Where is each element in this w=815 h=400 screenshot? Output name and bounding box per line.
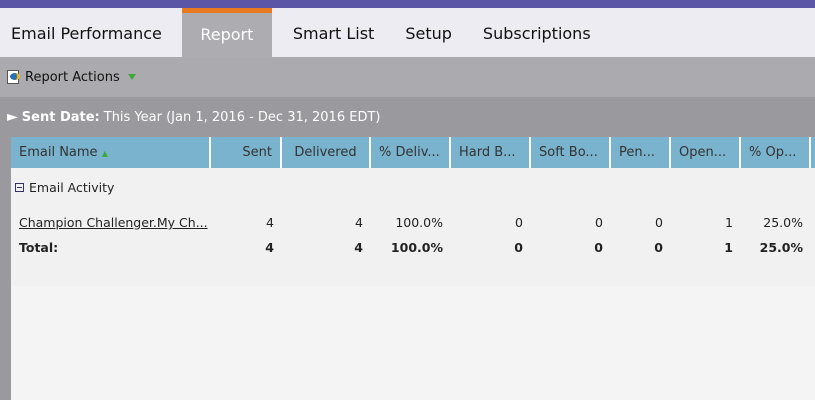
sort-asc-icon: ▲ <box>101 149 108 158</box>
filter-icon: ► <box>7 109 18 125</box>
total-hard-bounced: 0 <box>514 240 523 255</box>
col-hard-bounced[interactable]: Hard B... <box>451 137 531 168</box>
total-pending: 0 <box>654 240 663 255</box>
report-actions-button[interactable]: Report Actions <box>7 70 136 85</box>
cell-pct-opened: 25.0% <box>763 215 803 230</box>
total-soft-bounced: 0 <box>594 240 603 255</box>
col-label: Email Name <box>19 145 98 160</box>
tab-email-performance[interactable]: Email Performance <box>0 8 182 57</box>
cell-pending: 0 <box>655 215 663 230</box>
total-pct-opened: 25.0% <box>759 240 803 255</box>
email-link[interactable]: Champion Challenger.My Ch... <box>11 215 211 230</box>
report-grid: Email Name ▲ Sent Delivered % Deliv... H… <box>11 137 815 286</box>
col-pct-opened[interactable]: % Op... <box>741 137 811 168</box>
tab-subscriptions[interactable]: Subscriptions <box>472 8 611 57</box>
tab-bar: Email Performance Report Smart List Setu… <box>0 8 815 57</box>
collapse-icon[interactable] <box>15 183 24 192</box>
cell-hard-bounced: 0 <box>515 215 523 230</box>
col-pending[interactable]: Pen... <box>611 137 671 168</box>
total-pct-delivered: 100.0% <box>390 240 443 255</box>
tab-report[interactable]: Report <box>181 8 272 57</box>
grid-header: Email Name ▲ Sent Delivered % Deliv... H… <box>11 137 815 168</box>
group-label: Email Activity <box>29 180 115 195</box>
top-bar <box>0 0 815 8</box>
tab-smart-list[interactable]: Smart List <box>282 8 394 57</box>
filter-value: This Year (Jan 1, 2016 - Dec 31, 2016 ED… <box>103 109 381 125</box>
cell-delivered: 4 <box>355 215 363 230</box>
col-opened[interactable]: Open... <box>671 137 741 168</box>
grid-body: Email Activity Champion Challenger.My Ch… <box>11 168 815 286</box>
col-soft-bounced[interactable]: Soft Bo... <box>531 137 611 168</box>
table-row: Champion Challenger.My Ch... 4 4 100.0% … <box>11 210 815 235</box>
left-strip <box>0 137 11 400</box>
tab-setup[interactable]: Setup <box>394 8 472 57</box>
col-sent[interactable]: Sent <box>211 137 282 168</box>
total-sent: 4 <box>265 240 274 255</box>
cell-pct-delivered: 100.0% <box>395 215 443 230</box>
cell-sent: 4 <box>266 215 274 230</box>
col-delivered[interactable]: Delivered <box>282 137 371 168</box>
total-delivered: 4 <box>354 240 363 255</box>
report-icon <box>7 70 20 84</box>
group-email-activity[interactable]: Email Activity <box>15 180 114 195</box>
total-opened: 1 <box>724 240 733 255</box>
toolbar: Report Actions <box>0 57 815 97</box>
filter-bar[interactable]: ► Sent Date: This Year (Jan 1, 2016 - De… <box>0 97 815 137</box>
col-pct-delivered[interactable]: % Deliv... <box>371 137 451 168</box>
col-email-name[interactable]: Email Name ▲ <box>11 137 211 168</box>
total-row: Total: 4 4 100.0% 0 0 0 1 25.0% <box>11 235 815 260</box>
cell-opened: 1 <box>725 215 733 230</box>
total-label: Total: <box>19 240 59 255</box>
cell-soft-bounced: 0 <box>595 215 603 230</box>
report-actions-label: Report Actions <box>25 69 120 85</box>
dropdown-arrow-icon <box>127 74 136 80</box>
filter-label: Sent Date: <box>21 109 100 125</box>
